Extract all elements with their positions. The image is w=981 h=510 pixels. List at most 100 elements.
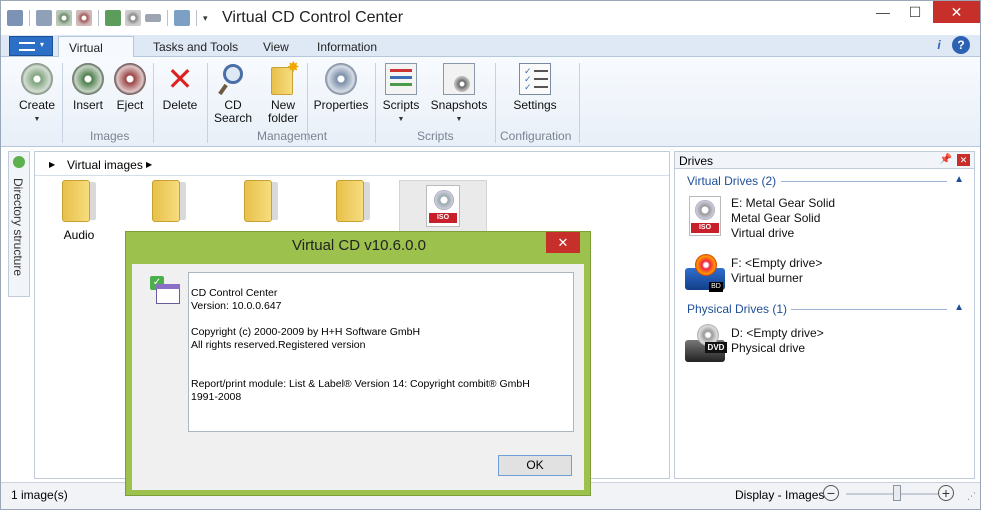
ribbon-separator-7: [579, 63, 580, 143]
scripts-icon: [385, 63, 417, 95]
settings-checklist-icon: ✓ ✓ ✓: [519, 63, 551, 95]
window-title: Virtual CD Control Center: [222, 9, 404, 26]
ribbon-separator-5: [375, 63, 376, 143]
scripts-button[interactable]: Scripts ▼: [381, 63, 421, 126]
snapshots-icon: [443, 63, 475, 95]
eject-label: Eject: [116, 98, 144, 112]
breadcrumb-arrow-icon[interactable]: ▶: [146, 160, 152, 169]
help-icon[interactable]: ?: [952, 36, 970, 54]
drive-d[interactable]: DVD D: <Empty drive> Physical drive: [681, 324, 971, 366]
image-tool-icon[interactable]: [174, 10, 190, 26]
folder-icon: [244, 180, 278, 222]
snapshots-button[interactable]: Snapshots ▼: [429, 63, 489, 126]
tab-information[interactable]: Information: [307, 36, 387, 57]
maximize-button[interactable]: ☐: [900, 1, 930, 23]
create-button[interactable]: Create ▼: [17, 63, 57, 126]
cd-search-label-1: CD: [224, 98, 242, 112]
drive-d-type: Physical drive: [731, 341, 806, 355]
close-button[interactable]: ✕: [933, 1, 980, 23]
zoom-slider-track[interactable]: [846, 493, 938, 495]
dvd-badge: DVD: [705, 342, 727, 353]
pin-icon[interactable]: 📌: [940, 154, 952, 165]
drive-d-name: D: <Empty drive>: [731, 326, 824, 340]
insert-icon[interactable]: [56, 10, 72, 26]
drives-title: Drives: [679, 154, 714, 168]
app-logo-icon: ✓: [148, 276, 182, 306]
drive-e-name: E: Metal Gear Solid: [731, 196, 836, 210]
bd-badge: BD: [709, 282, 723, 292]
insert-button[interactable]: Insert: [69, 63, 107, 112]
settings-button[interactable]: ✓ ✓ ✓ Settings: [511, 63, 559, 112]
create-dropdown-icon[interactable]: ▼: [17, 113, 57, 126]
drive-f-name: F: <Empty drive>: [731, 256, 823, 270]
drives-header: Drives 📌 ✕: [675, 152, 974, 169]
properties-button[interactable]: Properties: [313, 63, 369, 112]
ok-button[interactable]: OK: [498, 455, 572, 476]
scripts-label: Scripts: [382, 98, 420, 112]
qat-separator-4: [196, 10, 197, 26]
folder-icon: [336, 180, 370, 222]
delete-button[interactable]: ✕ Delete: [159, 63, 201, 112]
about-dialog-close-button[interactable]: ✕: [546, 232, 580, 253]
drive-f[interactable]: BD F: <Empty drive> Virtual burner: [681, 254, 971, 294]
dvd-drive-icon: DVD: [685, 324, 727, 364]
about-info-box: CD Control Center Version: 10.0.0.647 Cop…: [188, 272, 574, 432]
drive-f-type: Virtual burner: [731, 271, 803, 285]
ribbon: Create ▼ Insert Eject ✕ Delete Images CD…: [1, 57, 980, 147]
physical-drives-header[interactable]: Physical Drives (1): [687, 302, 787, 316]
settings-label: Settings: [513, 98, 557, 112]
quick-access-toolbar: ▾: [7, 10, 208, 26]
new-folder-button[interactable]: ✸ New folder: [263, 60, 303, 125]
breadcrumb-root-arrow-icon[interactable]: ▶: [49, 160, 55, 169]
zoom-mode-label: Display - Images: [735, 488, 825, 502]
qat-separator-2: [98, 10, 99, 26]
drives-close-icon[interactable]: ✕: [957, 154, 970, 166]
tab-virtual-cd[interactable]: Virtual CD: [58, 36, 134, 69]
snapshots-dropdown-icon[interactable]: ▼: [429, 113, 489, 126]
zoom-out-button[interactable]: −: [823, 485, 839, 501]
minimize-button[interactable]: —: [868, 1, 898, 23]
qat-separator: [29, 10, 30, 26]
properties-icon: [325, 63, 357, 95]
collapse-virtual-chevron-icon[interactable]: ▲: [954, 174, 964, 185]
collapse-physical-chevron-icon[interactable]: ▲: [954, 302, 964, 313]
zoom-slider-thumb[interactable]: [893, 485, 901, 501]
iso-file-icon: ISO: [426, 185, 460, 227]
disc-icon[interactable]: [125, 10, 141, 26]
ribbon-tab-bar: ▾ Virtual CD Tasks and Tools View Inform…: [1, 35, 980, 69]
create-label: Create: [18, 98, 56, 112]
resize-grip-icon[interactable]: ⋰: [967, 491, 976, 502]
about-report-module-line: Report/print module: List & Label® Versi…: [191, 378, 530, 390]
folder-audio-label: Audio: [63, 228, 95, 242]
eject-icon[interactable]: [76, 10, 92, 26]
drives-pane: Drives 📌 ✕ Virtual Drives (2) ▲ ISO E: M…: [674, 151, 975, 479]
main-window: ▾ Virtual CD Control Center — ☐ ✕ ▾ Virt…: [0, 0, 981, 510]
insert-cd-icon: [72, 63, 104, 95]
virtual-drives-header[interactable]: Virtual Drives (2): [687, 174, 776, 188]
burn-icon[interactable]: [105, 10, 121, 26]
eject-button[interactable]: Eject: [113, 63, 147, 112]
drive-icon[interactable]: [145, 14, 161, 22]
tab-tasks-and-tools[interactable]: Tasks and Tools: [143, 36, 248, 57]
qat-customize-icon[interactable]: ▾: [203, 13, 208, 24]
application-menu-button[interactable]: ▾: [9, 36, 53, 56]
cd-search-label-2: Search: [213, 111, 253, 125]
about-report-years-line: 1991-2008: [191, 391, 242, 403]
drive-e[interactable]: ISO E: Metal Gear Solid Metal Gear Solid…: [681, 196, 971, 240]
scripts-dropdown-icon[interactable]: ▼: [381, 113, 421, 126]
about-rights-line: All rights reserved.Registered version: [191, 339, 366, 351]
folder-audio[interactable]: Audio: [35, 180, 123, 250]
new-folder-label-1: New: [270, 98, 295, 112]
breadcrumb-virtual-images[interactable]: Virtual images: [67, 158, 143, 172]
bd-burner-icon: BD: [685, 254, 725, 294]
info-icon[interactable]: i: [930, 36, 948, 54]
ribbon-separator-2: [153, 63, 154, 143]
snapshots-label: Snapshots: [430, 98, 488, 112]
tab-view[interactable]: View: [253, 36, 299, 57]
directory-structure-tab[interactable]: Directory structure: [8, 151, 30, 297]
app-menu-icon[interactable]: [7, 10, 23, 26]
about-copyright-line: Copyright (c) 2000-2009 by H+H Software …: [191, 326, 421, 338]
zoom-in-button[interactable]: +: [938, 485, 954, 501]
create-image-icon[interactable]: [36, 10, 52, 26]
cd-search-button[interactable]: CD Search: [213, 63, 253, 125]
